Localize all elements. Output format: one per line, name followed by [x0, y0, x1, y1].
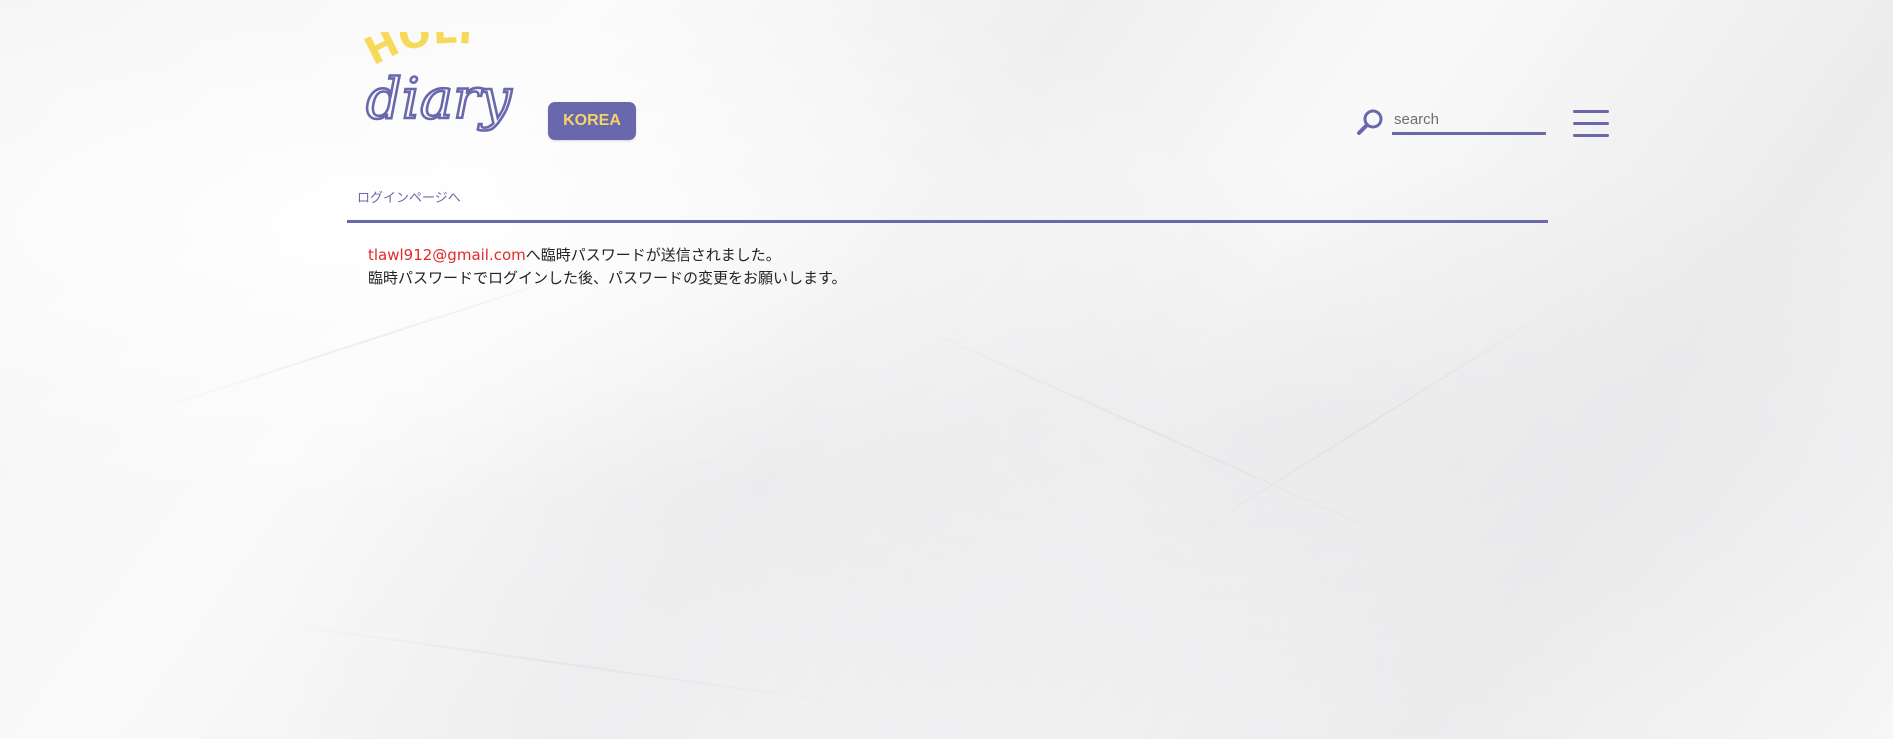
content-divider [347, 220, 1548, 223]
search-bar [1356, 106, 1546, 138]
paper-texture [859, 300, 1446, 563]
message-line-2: 臨時パスワードでログインした後、パスワードの変更をお願いします。 [368, 269, 847, 287]
logo-bottom-word: diary [366, 67, 513, 132]
search-input[interactable] [1392, 106, 1546, 135]
paper-texture [259, 620, 855, 706]
region-button-korea[interactable]: KOREA [548, 102, 636, 140]
back-to-login-link[interactable]: ログインページへ [357, 187, 461, 206]
paper-texture [1149, 284, 1592, 562]
holi-diary-logo[interactable]: HOLI diary [362, 32, 537, 142]
message-line-1-text: へ臨時パスワードが送信されました。 [525, 246, 781, 264]
password-sent-message: tlawl912@gmail.comへ臨時パスワードが送信されました。 臨時パス… [368, 244, 847, 290]
search-icon[interactable] [1356, 108, 1384, 136]
hamburger-menu-icon[interactable] [1573, 108, 1609, 140]
recipient-email: tlawl912@gmail.com [368, 246, 526, 264]
message-line-1: tlawl912@gmail.comへ臨時パスワードが送信されました。 [368, 244, 847, 267]
